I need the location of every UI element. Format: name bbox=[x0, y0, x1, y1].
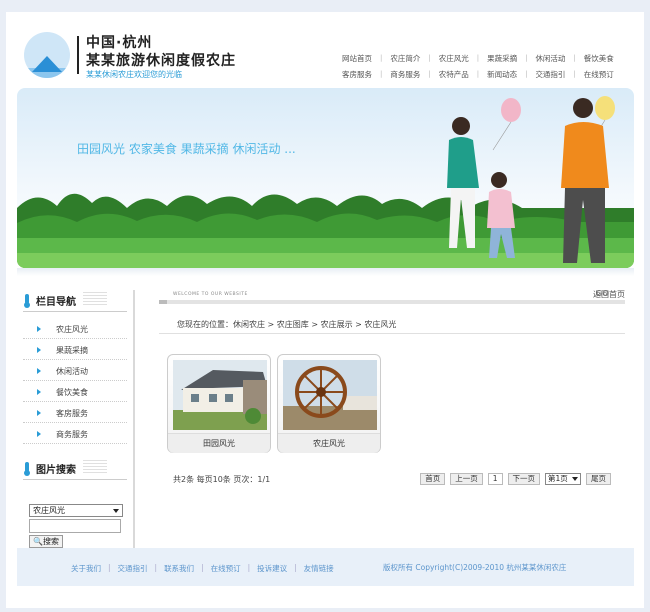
banner-image bbox=[17, 96, 634, 268]
footer-copyright: 版权所有 Copyright(C)2009-2010 杭州某某休闲农庄 bbox=[383, 563, 567, 572]
arrow-icon bbox=[37, 326, 41, 332]
sidebar-item-label: 农庄风光 bbox=[56, 325, 88, 334]
arrow-icon bbox=[37, 410, 41, 416]
sidebar-item-leisure[interactable]: 休闲活动 bbox=[23, 360, 127, 381]
page-select-value: 第1页 bbox=[548, 474, 568, 483]
sidebar-item-label: 客房服务 bbox=[56, 409, 88, 418]
arrow-icon bbox=[37, 389, 41, 395]
sidebar-nav-list: 农庄风光 果蔬采摘 休闲活动 餐饮美食 客房服务 商务服务 bbox=[23, 318, 127, 444]
nav-link-picking[interactable]: 果蔬采摘 bbox=[487, 53, 517, 64]
page-select[interactable]: 第1页 bbox=[545, 473, 581, 485]
thumbnail-image[interactable] bbox=[173, 360, 267, 430]
chevron-down-icon bbox=[113, 509, 119, 513]
site-title-line1: 中国·杭州 bbox=[86, 35, 153, 51]
site-subtitle: 某某休闲农庄欢迎您的光临 bbox=[86, 70, 182, 79]
arrow-icon bbox=[37, 347, 41, 353]
footer-link-friends[interactable]: 友情链接 bbox=[304, 563, 334, 574]
search-button-label: 搜索 bbox=[42, 537, 59, 546]
sidebar-item-business[interactable]: 商务服务 bbox=[23, 423, 127, 444]
sidebar-item-label: 餐饮美食 bbox=[56, 388, 88, 397]
top-navigation: 网站首页 | 农庄简介 | 农庄风光 | 果蔬采摘 | 休闲活动 | 餐饮美食 客房服务 |… bbox=[342, 53, 614, 80]
main-content: WELCOME TO OUR WEBSITE GO 返回首页 您现在的位置：休闲… bbox=[159, 288, 625, 485]
footer-link-booking[interactable]: 在线预订 bbox=[211, 563, 241, 574]
sidebar-nav-title: 栏目导航 bbox=[36, 297, 76, 308]
nav-link-home[interactable]: 网站首页 bbox=[342, 53, 372, 64]
nav-link-traffic[interactable]: 交通指引 bbox=[535, 69, 565, 80]
sidebar-search-title: 图片搜索 bbox=[36, 465, 76, 476]
welcome-text: WELCOME TO OUR WEBSITE bbox=[173, 292, 248, 297]
thumbnail-card[interactable]: 农庄风光 bbox=[277, 354, 381, 453]
pager-info: 共2条 每页10条 页次：1/1 bbox=[173, 475, 271, 484]
nav-link-booking[interactable]: 在线预订 bbox=[584, 69, 614, 80]
page: 中国·杭州 某某旅游休闲度假农庄 某某休闲农庄欢迎您的光临 网站首页 | 农庄简介… bbox=[6, 12, 644, 608]
nav-link-business[interactable]: 商务服务 bbox=[390, 69, 420, 80]
chevron-down-icon bbox=[572, 477, 578, 481]
nav-link-about[interactable]: 农庄简介 bbox=[390, 53, 420, 64]
thermometer-icon bbox=[24, 294, 30, 308]
stripes-decoration bbox=[83, 292, 107, 306]
sidebar-item-picking[interactable]: 果蔬采摘 bbox=[23, 339, 127, 360]
logo-divider bbox=[77, 36, 79, 74]
search-button[interactable]: 🔍搜索 bbox=[29, 535, 63, 548]
stripes-decoration bbox=[83, 460, 107, 474]
thermometer-icon bbox=[24, 462, 30, 476]
sidebar-item-label: 果蔬采摘 bbox=[56, 346, 88, 355]
sidebar-item-rooms[interactable]: 客房服务 bbox=[23, 402, 127, 423]
sidebar-item-scenery[interactable]: 农庄风光 bbox=[23, 318, 127, 339]
site-title-line2: 某某旅游休闲度假农庄 bbox=[86, 53, 236, 69]
footer-link-traffic[interactable]: 交通指引 bbox=[118, 563, 148, 574]
search-category-value: 农庄风光 bbox=[33, 506, 65, 515]
nav-link-scenery[interactable]: 农庄风光 bbox=[439, 53, 469, 64]
nav-link-rooms[interactable]: 客房服务 bbox=[342, 69, 372, 80]
sidebar-item-label: 商务服务 bbox=[56, 430, 88, 439]
sidebar-nav-header: 栏目导航 bbox=[23, 290, 127, 312]
footer-link-feedback[interactable]: 投诉建议 bbox=[257, 563, 287, 574]
thumbnail-image[interactable] bbox=[283, 360, 377, 430]
thumbnail-caption[interactable]: 农庄风光 bbox=[278, 433, 380, 453]
arrow-icon bbox=[37, 431, 41, 437]
logo-icon[interactable] bbox=[24, 32, 70, 78]
sidebar-search-header: 图片搜索 bbox=[23, 458, 127, 480]
nav-link-news[interactable]: 新闻动态 bbox=[487, 69, 517, 80]
search-input[interactable] bbox=[29, 519, 121, 533]
sidebar: 栏目导航 农庄风光 果蔬采摘 休闲活动 餐饮美食 客房服务 商务服务 图片搜索 … bbox=[23, 290, 127, 548]
last-page-button[interactable]: 尾页 bbox=[586, 473, 611, 485]
prev-page-button[interactable]: 上一页 bbox=[450, 473, 483, 485]
arrow-icon bbox=[37, 368, 41, 374]
nav-link-products[interactable]: 农特产品 bbox=[439, 69, 469, 80]
banner-slogan: 田园风光 农家美食 果蔬采摘 休闲活动 ... bbox=[77, 142, 296, 156]
pager: 首页 上一页 1 下一页 第1页 尾页 bbox=[415, 473, 611, 485]
footer-links: 关于我们 | 交通指引 | 联系我们 | 在线预订 | 投诉建议 | 友情链接 bbox=[71, 563, 334, 574]
thumbnail-card[interactable]: 田园风光 bbox=[167, 354, 271, 453]
sidebar-divider bbox=[133, 290, 135, 552]
banner-shadow bbox=[17, 268, 634, 276]
sidebar-item-food[interactable]: 餐饮美食 bbox=[23, 381, 127, 402]
breadcrumb: 您现在的位置：休闲农庄 > 农庄图库 > 农庄展示 > 农庄风光 bbox=[177, 320, 397, 329]
search-category-select[interactable]: 农庄风光 bbox=[29, 504, 123, 517]
first-page-button[interactable]: 首页 bbox=[420, 473, 446, 485]
welcome-divider bbox=[159, 300, 625, 304]
sidebar-item-label: 休闲活动 bbox=[56, 367, 88, 376]
current-page: 1 bbox=[487, 473, 503, 485]
banner: 田园风光 农家美食 果蔬采摘 休闲活动 ... bbox=[17, 88, 634, 268]
breadcrumb-divider bbox=[159, 333, 625, 334]
nav-link-food[interactable]: 餐饮美食 bbox=[584, 53, 614, 64]
thumbnail-caption[interactable]: 田园风光 bbox=[168, 433, 270, 453]
back-home-link[interactable]: 返回首页 bbox=[593, 289, 625, 300]
footer-link-contact[interactable]: 联系我们 bbox=[164, 563, 194, 574]
next-page-button[interactable]: 下一页 bbox=[507, 473, 540, 485]
footer-link-about[interactable]: 关于我们 bbox=[71, 563, 101, 574]
nav-link-leisure[interactable]: 休闲活动 bbox=[535, 53, 565, 64]
footer: 关于我们 | 交通指引 | 联系我们 | 在线预订 | 投诉建议 | 友情链接 版权所有 … bbox=[17, 548, 634, 586]
